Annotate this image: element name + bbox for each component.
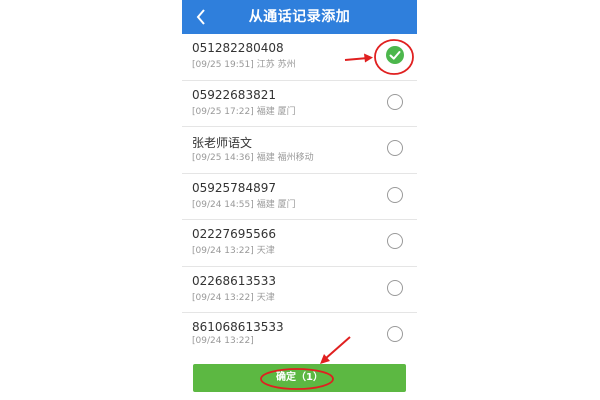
call-location: 福建 厦门 — [256, 106, 296, 117]
call-number: 02268613533 — [192, 273, 276, 288]
call-time: [09/25 14:36] — [192, 153, 254, 163]
call-location: 江苏 苏州 — [256, 60, 296, 70]
call-log-row[interactable]: 05922683821 [09/25 17:22] 福建 厦门 — [182, 81, 417, 127]
call-location: 天津 — [256, 292, 275, 303]
call-meta: [09/24 13:22] 天津 — [192, 290, 278, 303]
call-time: [09/24 13:22] — [192, 292, 254, 303]
confirm-button[interactable]: 确定（1） — [193, 364, 406, 392]
selection-checkbox[interactable] — [386, 46, 404, 64]
call-meta: [09/25 19:51] 江苏 苏州 — [192, 57, 299, 70]
call-time: [09/24 14:55] — [192, 199, 254, 210]
call-location: 天津 — [256, 246, 275, 256]
call-log-row[interactable]: 02268613533 [09/24 13:22] 天津 — [182, 267, 417, 313]
call-number: 861068613533 — [192, 320, 284, 334]
call-meta: [09/24 14:55] 福建 厦门 — [192, 197, 299, 210]
call-meta: [09/24 13:22] — [192, 336, 260, 346]
call-time: [09/24 13:22] — [192, 336, 254, 346]
call-number: 051282280408 — [192, 41, 284, 55]
call-log-row[interactable]: 02227695566 [09/24 13:22] 天津 — [182, 220, 417, 267]
selection-checkbox[interactable] — [387, 140, 403, 156]
call-log-row[interactable]: 861068613533 [09/24 13:22] — [182, 313, 417, 359]
call-log-row[interactable]: 051282280408 [09/25 19:51] 江苏 苏州 — [182, 34, 417, 81]
call-number: 05922683821 — [192, 87, 276, 102]
call-number: 张老师语文 — [192, 136, 253, 150]
selection-checkbox[interactable] — [387, 186, 403, 203]
checkmark-icon — [389, 51, 401, 60]
selection-checkbox[interactable] — [387, 326, 403, 342]
header-bar: 从通话记录添加 — [182, 0, 417, 34]
call-log-screen: 从通话记录添加 051282280408 [09/25 19:51] 江苏 苏州 … — [182, 0, 417, 400]
call-log-row[interactable]: 张老师语文 [09/25 14:36] 福建 福州移动 — [182, 127, 417, 174]
call-location: 福建 厦门 — [256, 199, 296, 210]
call-log-row[interactable]: 05925784897 [09/24 14:55] 福建 厦门 — [182, 174, 417, 220]
selection-checkbox[interactable] — [387, 279, 403, 296]
selection-checkbox[interactable] — [387, 93, 403, 110]
call-meta: [09/24 13:22] 天津 — [192, 243, 278, 256]
page-title: 从通话记录添加 — [248, 9, 351, 25]
call-number: 02227695566 — [192, 227, 276, 241]
call-number: 05925784897 — [192, 180, 276, 195]
selection-checkbox[interactable] — [387, 233, 403, 249]
call-meta: [09/25 14:36] 福建 福州移动 — [192, 150, 317, 163]
call-time: [09/25 17:22] — [192, 106, 254, 117]
call-location: 福建 福州移动 — [256, 153, 314, 163]
call-meta: [09/25 17:22] 福建 厦门 — [192, 104, 299, 117]
call-time: [09/25 19:51] — [192, 60, 254, 70]
call-time: [09/24 13:22] — [192, 246, 254, 256]
call-log-list: 051282280408 [09/25 19:51] 江苏 苏州 05922683… — [182, 34, 417, 359]
